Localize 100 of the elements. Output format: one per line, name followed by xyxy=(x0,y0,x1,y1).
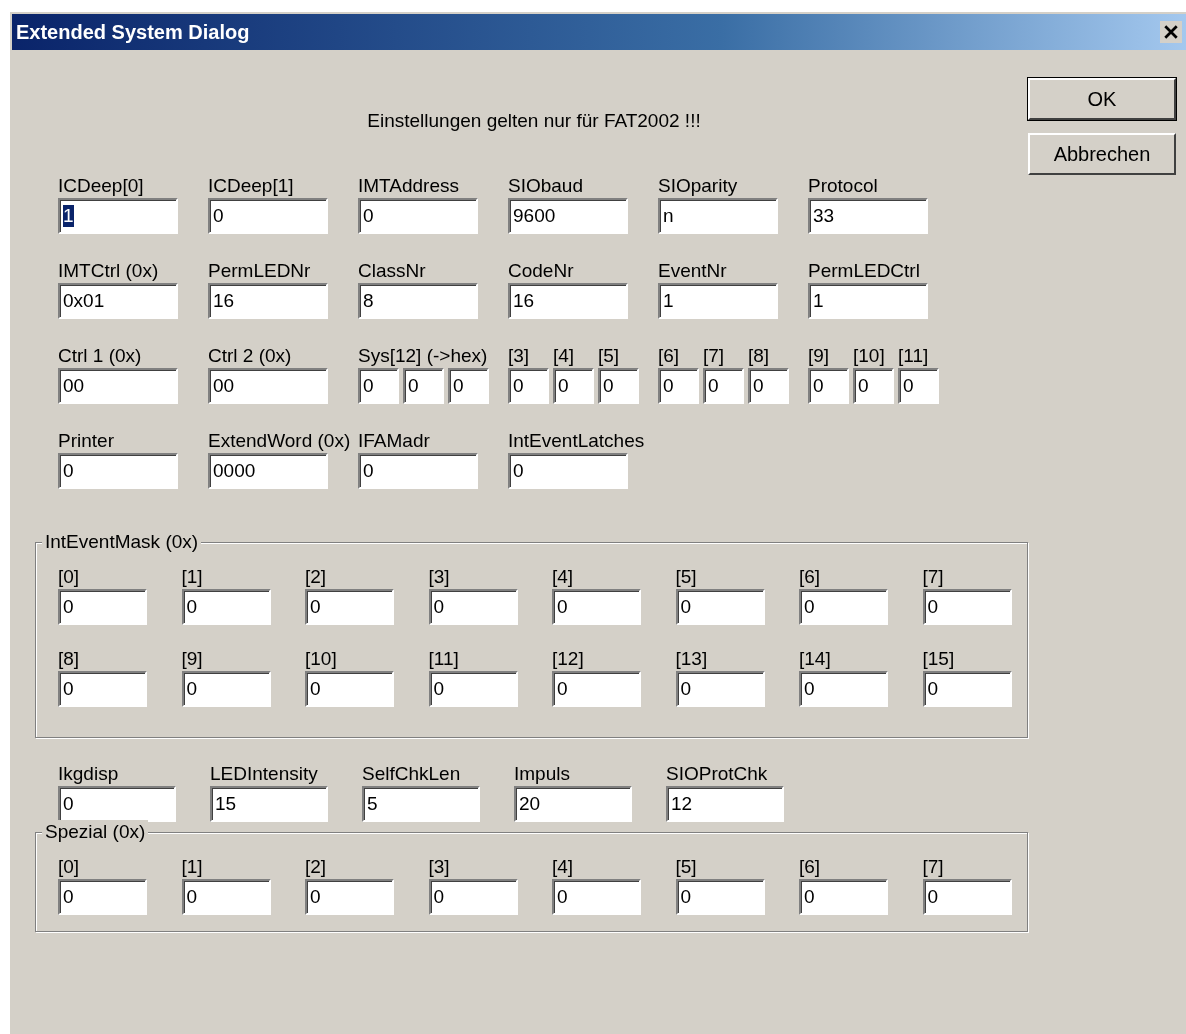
input-field[interactable]: 0 xyxy=(675,879,765,915)
input-field[interactable]: 0 xyxy=(922,879,1012,915)
field-label: IntEventLatches xyxy=(508,430,645,451)
input-field[interactable]: 0x01 xyxy=(58,283,178,319)
input-field[interactable]: 0 xyxy=(181,589,271,625)
field-label: [13] xyxy=(675,648,708,669)
field-label: PermLEDNr xyxy=(208,260,311,281)
input-field[interactable]: 0 xyxy=(358,368,399,404)
input-field[interactable]: 0 xyxy=(58,671,147,707)
field-label: [10] xyxy=(305,648,337,669)
field-label: PermLEDCtrl xyxy=(808,260,920,281)
input-field[interactable]: n xyxy=(658,198,778,234)
field-label: [5] xyxy=(675,856,697,877)
input-field[interactable]: 0 xyxy=(748,368,789,404)
input-field[interactable]: 0 xyxy=(598,368,639,404)
input-field[interactable]: 33 xyxy=(808,198,928,234)
window-title: Extended System Dialog xyxy=(16,20,251,44)
input-field[interactable]: 0 xyxy=(428,671,518,707)
input-field[interactable]: 0 xyxy=(305,879,394,915)
field-label: [9] xyxy=(808,345,830,366)
field-label: [12] xyxy=(552,648,584,669)
field-label: [7] xyxy=(703,345,725,366)
input-field[interactable]: 16 xyxy=(208,283,328,319)
input-field[interactable]: 0 xyxy=(305,589,394,625)
input-field[interactable]: 0 xyxy=(58,589,147,625)
input-field[interactable]: 0 xyxy=(922,671,1012,707)
field-label: [6] xyxy=(799,856,821,877)
dialog-button[interactable]: OK xyxy=(1028,78,1176,120)
field-label: [7] xyxy=(922,856,944,877)
field-label: [6] xyxy=(658,345,680,366)
input-field[interactable]: 0 xyxy=(58,453,178,489)
input-field[interactable]: 0 xyxy=(675,589,765,625)
field-label: Impuls xyxy=(514,763,570,784)
input-field[interactable]: 0 xyxy=(305,671,394,707)
input-field[interactable]: 0 xyxy=(799,671,888,707)
input-field[interactable]: 0000 xyxy=(208,453,328,489)
field-label: ClassNr xyxy=(358,260,426,281)
field-label: Printer xyxy=(58,430,114,451)
field-label: [5] xyxy=(675,566,697,587)
input-field[interactable]: 0 xyxy=(658,368,699,404)
input-field[interactable]: 0 xyxy=(403,368,444,404)
input-field[interactable]: 0 xyxy=(799,589,888,625)
input-field[interactable]: 0 xyxy=(181,671,271,707)
close-icon[interactable] xyxy=(1160,21,1182,43)
input-field[interactable]: 0 xyxy=(508,368,549,404)
field-label: SelfChkLen xyxy=(362,763,461,784)
input-field[interactable]: 0 xyxy=(508,453,628,489)
field-label: ICDeep[1] xyxy=(208,175,294,196)
field-label: SIOProtChk xyxy=(666,763,768,784)
field-label: [0] xyxy=(58,566,80,587)
input-field[interactable]: 0 xyxy=(703,368,744,404)
input-field[interactable]: 16 xyxy=(508,283,628,319)
field-label: [6] xyxy=(799,566,821,587)
input-field[interactable]: 0 xyxy=(675,671,765,707)
input-field[interactable]: 0 xyxy=(808,368,849,404)
input-field[interactable]: 1 xyxy=(658,283,778,319)
input-field[interactable]: 8 xyxy=(358,283,478,319)
field-label: [8] xyxy=(58,648,80,669)
input-field[interactable]: 0 xyxy=(552,589,641,625)
dialog-button[interactable]: Abbrechen xyxy=(1028,133,1176,175)
input-field[interactable]: 0 xyxy=(358,453,478,489)
field-label: [1] xyxy=(181,566,203,587)
input-field[interactable]: 0 xyxy=(552,879,641,915)
input-field[interactable]: 5 xyxy=(362,786,480,822)
input-field[interactable]: 00 xyxy=(208,368,328,404)
input-field[interactable]: 0 xyxy=(553,368,594,404)
input-field[interactable]: 1 xyxy=(58,198,178,234)
field-label: [8] xyxy=(748,345,770,366)
field-label: SIObaud xyxy=(508,175,583,196)
field-label: [7] xyxy=(922,566,944,587)
input-field[interactable]: 0 xyxy=(181,879,271,915)
input-field[interactable]: 1 xyxy=(808,283,928,319)
input-field[interactable]: 0 xyxy=(208,198,328,234)
input-field[interactable]: 0 xyxy=(552,671,641,707)
input-field[interactable]: 0 xyxy=(853,368,894,404)
input-field[interactable]: 0 xyxy=(358,198,478,234)
input-field[interactable]: 0 xyxy=(799,879,888,915)
field-label: [3] xyxy=(428,856,450,877)
input-field[interactable]: 0 xyxy=(448,368,489,404)
field-label: [5] xyxy=(598,345,620,366)
field-label: [4] xyxy=(552,856,574,877)
field-label: Ikgdisp xyxy=(58,763,119,784)
input-field[interactable]: 9600 xyxy=(508,198,628,234)
input-field[interactable]: 15 xyxy=(210,786,328,822)
field-label: EventNr xyxy=(658,260,727,281)
input-field[interactable]: 0 xyxy=(58,879,147,915)
input-field[interactable]: 00 xyxy=(58,368,178,404)
input-field[interactable]: 0 xyxy=(898,368,939,404)
field-label: [4] xyxy=(553,345,575,366)
input-field[interactable]: 20 xyxy=(514,786,632,822)
field-label: IMTCtrl (0x) xyxy=(58,260,159,281)
input-field[interactable]: 0 xyxy=(58,786,176,822)
input-field[interactable]: 12 xyxy=(666,786,784,822)
field-label: [11] xyxy=(428,648,459,669)
field-label: [2] xyxy=(305,856,327,877)
field-label: [10] xyxy=(853,345,885,366)
input-field[interactable]: 0 xyxy=(428,589,518,625)
input-field[interactable]: 0 xyxy=(428,879,518,915)
field-label: Sys[12] (->hex) xyxy=(358,345,488,366)
input-field[interactable]: 0 xyxy=(922,589,1012,625)
